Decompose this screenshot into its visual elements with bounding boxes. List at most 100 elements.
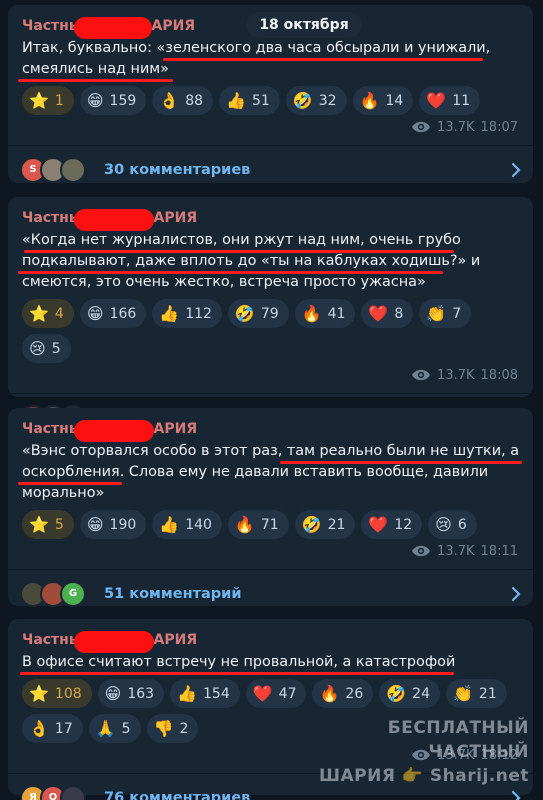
reaction-chip[interactable]: ⭐ 108 — [22, 679, 92, 708]
post-text: «Когда нет журналистов, они ржут над ним… — [22, 232, 481, 290]
reaction-chip[interactable]: 👍 140 — [152, 510, 222, 539]
reaction-chip[interactable]: 🔥 41 — [294, 299, 356, 328]
reaction-emoji-icon: 😁 — [86, 303, 104, 323]
comments-count: 51 комментарий — [104, 585, 242, 602]
channel-name-right: АРИЯ — [153, 632, 198, 648]
eye-icon — [412, 369, 431, 381]
reaction-emoji-icon: ❤️ — [368, 514, 389, 534]
reaction-count: 26 — [345, 685, 364, 702]
redaction-mark — [74, 209, 154, 231]
reaction-emoji-icon: ⭐ — [29, 683, 49, 703]
reactions-bar: ⭐ 5 😁 190 👍 140 🔥 71 🤣 21 ❤️ 12 😢 6 — [22, 510, 520, 539]
channel-name-left: Частны — [22, 421, 82, 437]
highlight-underline — [163, 58, 483, 61]
reaction-chip[interactable]: 👎 2 — [146, 714, 199, 743]
reaction-count: 32 — [318, 92, 337, 109]
reaction-count: 4 — [54, 305, 64, 322]
reaction-emoji-icon: 😁 — [104, 683, 122, 703]
reaction-chip[interactable]: 🔥 71 — [227, 510, 289, 539]
reaction-emoji-icon: 👍 — [159, 514, 180, 534]
reaction-emoji-icon: ❤️ — [252, 683, 273, 703]
channel-post: Частны АРИЯ «Когда нет журналистов, они р… — [8, 197, 533, 431]
reaction-emoji-icon: 👍 — [226, 90, 246, 110]
reaction-chip[interactable]: ❤️ 47 — [245, 679, 307, 708]
post-text: В офисе считают встречу не провальной, а… — [22, 654, 456, 670]
channel-name-left: Частны — [22, 18, 82, 34]
avatar — [60, 156, 86, 183]
reaction-count: 154 — [203, 685, 230, 702]
reaction-chip[interactable]: ❤️ 11 — [419, 86, 481, 115]
reaction-emoji-icon: 👏 — [452, 683, 473, 703]
reaction-chip[interactable]: 🤣 21 — [294, 510, 356, 539]
reaction-count: 5 — [51, 340, 61, 357]
eye-icon — [412, 121, 431, 133]
reaction-chip[interactable]: 👍 112 — [152, 299, 222, 328]
chevron-right-icon — [511, 790, 521, 800]
reaction-count: 88 — [185, 92, 204, 109]
reaction-chip[interactable]: 👏 7 — [419, 299, 472, 328]
reaction-chip[interactable]: 😁 190 — [79, 510, 147, 539]
reaction-count: 47 — [278, 685, 297, 702]
reaction-count: 12 — [394, 516, 413, 533]
watermark-line-1: БЕСПЛАТНЫЙ ЧАСТНЫЙ — [387, 718, 529, 762]
comments-button[interactable]: G 51 комментарий — [8, 569, 533, 617]
comments-button[interactable]: S 30 комментариев — [8, 145, 533, 193]
reaction-chip[interactable]: 🔥 14 — [352, 86, 414, 115]
reactions-bar: ⭐ 1 😁 159 👌 88 👍 51 🤣 32 🔥 14 ❤️ 11 — [22, 86, 520, 115]
reaction-emoji-icon: 🤣 — [234, 303, 255, 323]
post-meta: 13.7K 18:07 — [22, 115, 520, 139]
reaction-chip[interactable]: 😢 6 — [428, 510, 477, 539]
reaction-count: 14 — [385, 92, 404, 109]
reaction-chip[interactable]: 🤣 32 — [285, 86, 347, 115]
reaction-count: 11 — [452, 92, 471, 109]
channel-name[interactable]: Частны АРИЯ — [22, 629, 198, 653]
reaction-emoji-icon: ⭐ — [29, 514, 49, 534]
reaction-chip[interactable]: ⭐ 4 — [22, 299, 74, 328]
reaction-emoji-icon: 👎 — [153, 718, 174, 738]
reaction-emoji-icon: 👍 — [159, 303, 180, 323]
reaction-chip[interactable]: ❤️ 8 — [361, 299, 414, 328]
reaction-chip[interactable]: 👌 17 — [22, 714, 83, 743]
reaction-chip[interactable]: 😢 5 — [22, 334, 71, 363]
reaction-count: 2 — [179, 720, 189, 737]
reaction-emoji-icon: 👏 — [426, 303, 447, 323]
reaction-chip[interactable]: 😁 163 — [97, 679, 165, 708]
reaction-chip[interactable]: 🙏 5 — [88, 714, 141, 743]
redaction-mark — [74, 17, 152, 39]
reaction-chip[interactable]: 😁 159 — [79, 86, 147, 115]
reaction-count: 8 — [394, 305, 404, 322]
reaction-chip[interactable]: 👍 51 — [219, 86, 280, 115]
reaction-chip[interactable]: 👏 21 — [445, 679, 507, 708]
reaction-count: 5 — [121, 720, 131, 737]
reaction-emoji-icon: ❤️ — [426, 90, 447, 110]
reaction-chip[interactable]: 😁 166 — [79, 299, 147, 328]
reaction-emoji-icon: ⭐ — [29, 303, 49, 323]
reaction-chip[interactable]: 👍 154 — [170, 679, 240, 708]
reaction-chip[interactable]: 👌 88 — [152, 86, 214, 115]
reaction-emoji-icon: 😁 — [86, 90, 104, 110]
reaction-chip[interactable]: 🔥 26 — [312, 679, 374, 708]
reaction-count: 112 — [185, 305, 212, 322]
reaction-chip[interactable]: ⭐ 1 — [22, 86, 74, 115]
reaction-chip[interactable]: ⭐ 5 — [22, 510, 74, 539]
redaction-mark — [74, 631, 154, 653]
channel-name[interactable]: Частны АРИЯ — [22, 418, 198, 442]
reaction-emoji-icon: 😁 — [86, 514, 104, 534]
reaction-emoji-icon: 🤣 — [292, 90, 313, 110]
reaction-chip[interactable]: 🤣 79 — [227, 299, 289, 328]
channel-name[interactable]: Частны АРИЯ — [22, 15, 196, 39]
reaction-chip[interactable]: 🤣 24 — [379, 679, 440, 708]
highlight-underline — [18, 79, 173, 82]
reaction-emoji-icon: 🔥 — [319, 683, 340, 703]
highlight-underline — [280, 461, 522, 464]
reaction-emoji-icon: 😢 — [435, 514, 452, 534]
channel-post: Частны АРИЯ «Вэнс оторвался особо в этот … — [8, 408, 533, 607]
channel-name[interactable]: Частны АРИЯ — [22, 207, 197, 231]
highlight-underline — [18, 482, 122, 485]
channel-name-right: АРИЯ — [151, 18, 196, 34]
commenter-avatars: S — [20, 156, 86, 183]
channel-name-right: АРИЯ — [153, 421, 198, 437]
reaction-count: 71 — [260, 516, 279, 533]
reaction-chip[interactable]: ❤️ 12 — [361, 510, 423, 539]
post-text-wrap: Итак, буквально: «зеленского два часа об… — [18, 38, 520, 82]
